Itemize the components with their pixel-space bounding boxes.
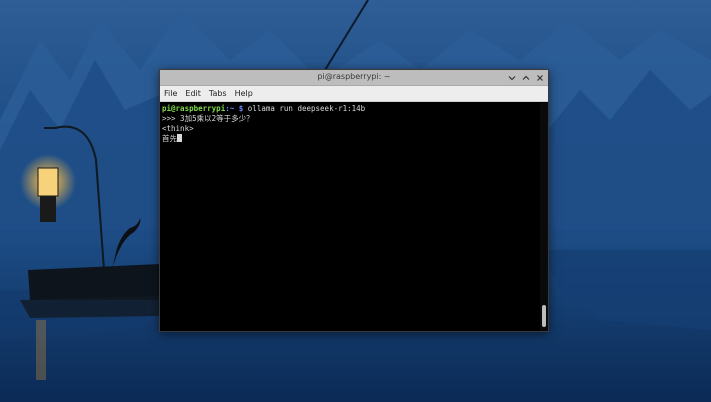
- desktop: pi@raspberrypi: ~ File Edit Tabs Help pi…: [0, 0, 711, 402]
- scrollbar-thumb[interactable]: [542, 305, 546, 327]
- response-text: 首先: [162, 134, 177, 143]
- menu-edit[interactable]: Edit: [185, 87, 201, 101]
- terminal-output[interactable]: pi@raspberrypi:~ $ ollama run deepseek-r…: [160, 103, 540, 331]
- terminal-line-question: >>> 3加5乘以2等于多少？: [162, 114, 254, 123]
- prompt-path: :~ $: [225, 104, 244, 113]
- window-controls: [507, 72, 544, 83]
- titlebar[interactable]: pi@raspberrypi: ~: [160, 70, 548, 86]
- menu-help[interactable]: Help: [235, 87, 253, 101]
- minimize-button[interactable]: [507, 73, 516, 82]
- chevron-up-icon: [522, 75, 529, 80]
- menu-file[interactable]: File: [164, 87, 177, 101]
- close-icon: [536, 74, 543, 81]
- window-title: pi@raspberrypi: ~: [317, 72, 391, 81]
- terminal-line-think: <think>: [162, 124, 194, 133]
- terminal-line-response: 首先: [162, 134, 538, 144]
- menubar: File Edit Tabs Help: [160, 86, 548, 102]
- menu-tabs[interactable]: Tabs: [209, 87, 227, 101]
- command-text: ollama run deepseek-r1:14b: [243, 104, 366, 113]
- chevron-down-icon: [508, 75, 515, 80]
- terminal-line-command: pi@raspberrypi:~ $ ollama run deepseek-r…: [162, 104, 538, 114]
- prompt-user-host: pi@raspberrypi: [162, 104, 226, 113]
- terminal-window[interactable]: pi@raspberrypi: ~ File Edit Tabs Help pi…: [159, 69, 549, 332]
- maximize-button[interactable]: [521, 73, 530, 82]
- text-cursor: [177, 134, 182, 142]
- scrollbar[interactable]: [540, 103, 548, 331]
- close-button[interactable]: [535, 73, 544, 82]
